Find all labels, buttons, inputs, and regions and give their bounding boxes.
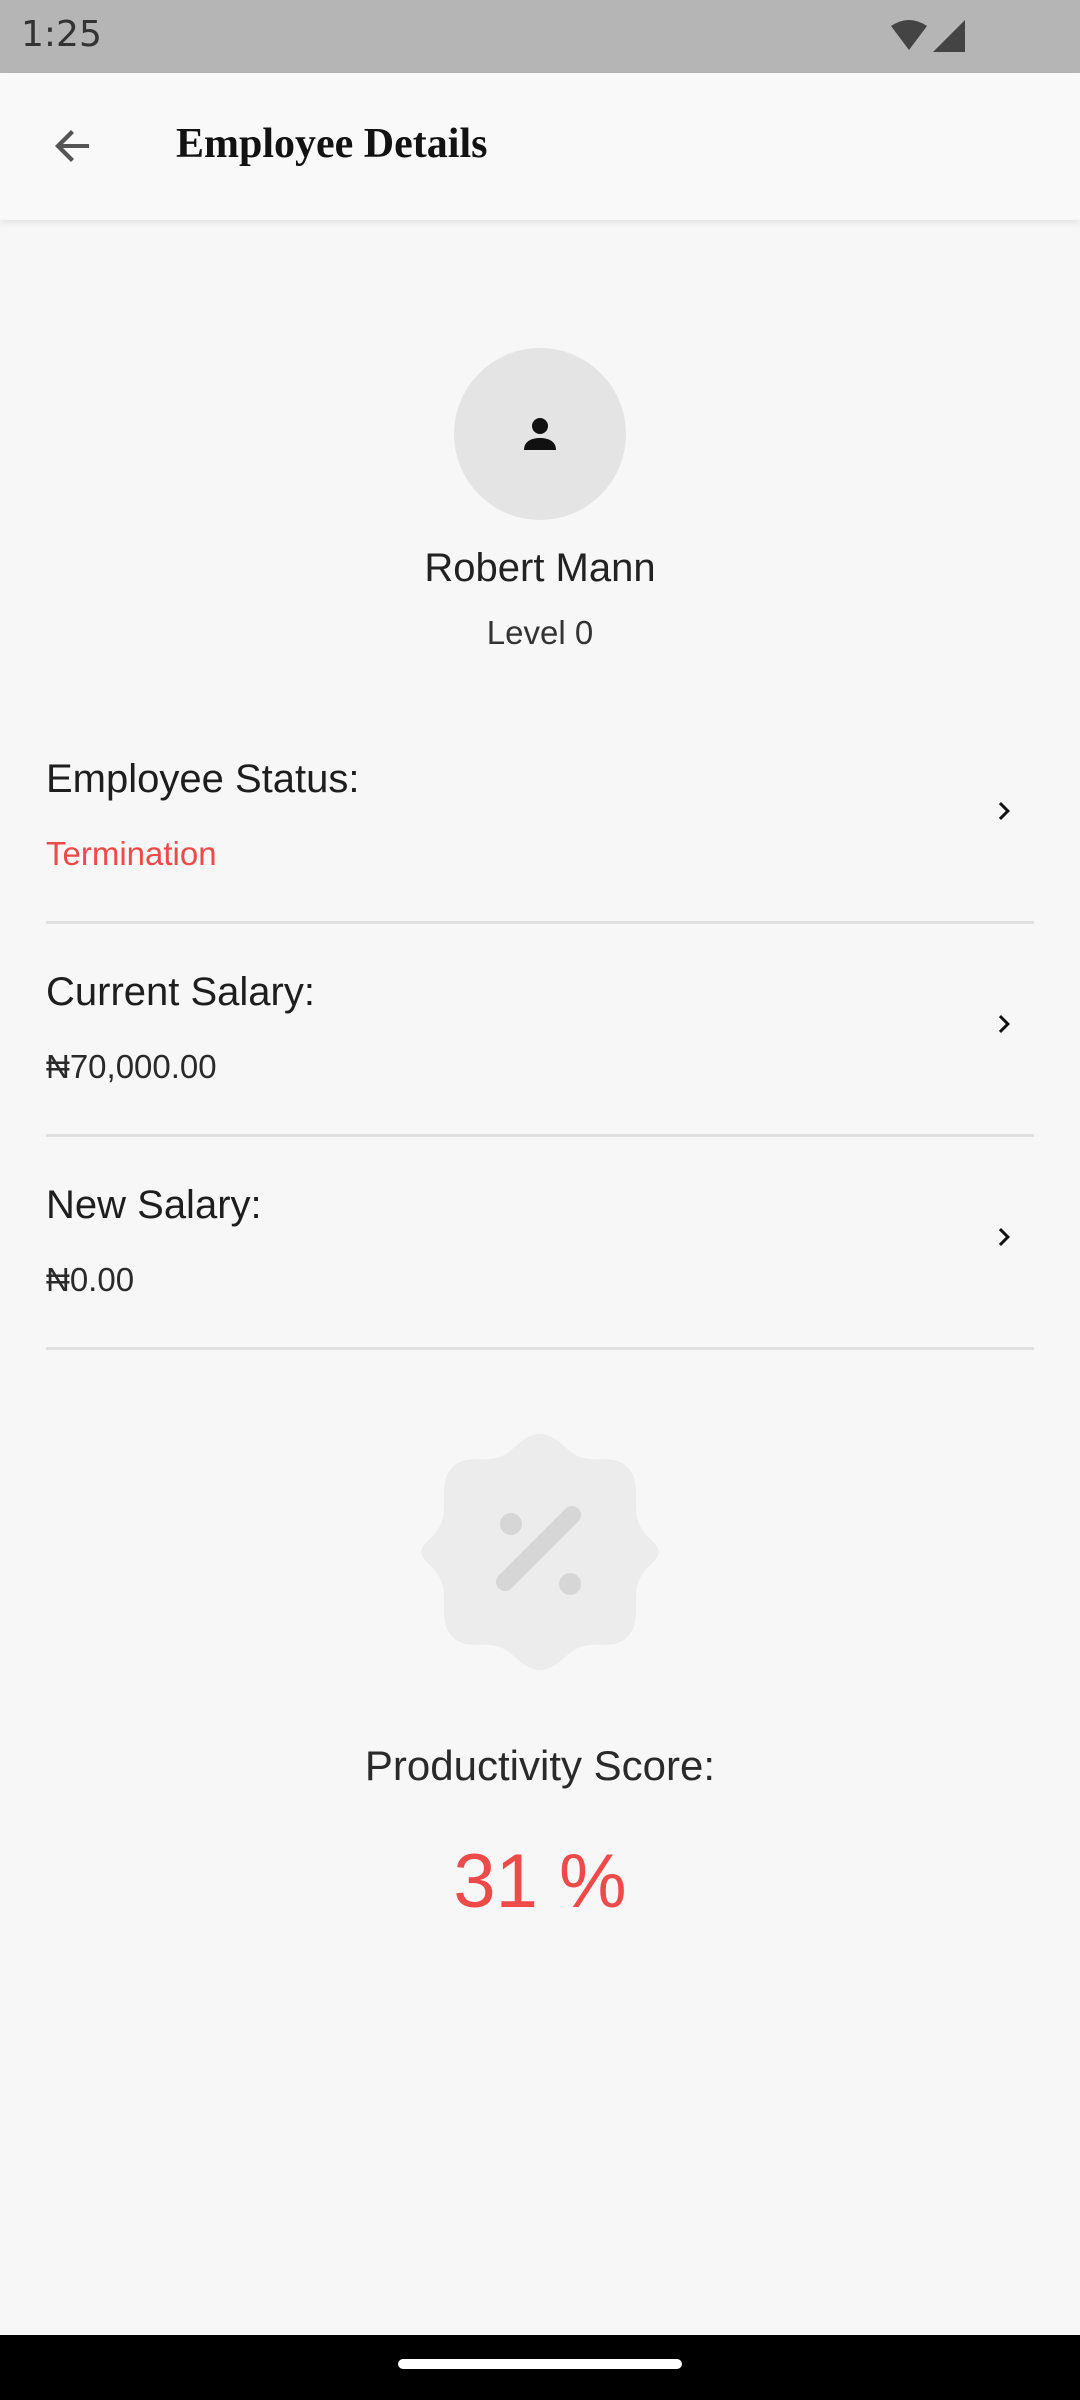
status-bar: 1:25 [0,0,1080,73]
avatar [454,348,626,520]
cellular-signal-icon [933,20,965,52]
status-time: 1:25 [21,14,102,55]
current-salary-row[interactable]: Current Salary: ₦70,000.00 [46,924,1034,1137]
employee-status-label: Employee Status: [46,757,360,801]
productivity-score-value: 31 % [453,1839,627,1924]
chevron-right-icon [998,802,1010,820]
employee-level: Level 0 [486,614,594,651]
chevron-right-icon [998,1015,1010,1033]
current-salary-value: ₦70,000.00 [46,1048,217,1085]
new-salary-value: ₦0.00 [46,1261,135,1298]
new-salary-row[interactable]: New Salary: ₦0.00 [46,1137,1034,1350]
employee-status-row[interactable]: Employee Status: Termination [46,711,1034,924]
page-title: Employee Details [176,121,488,167]
back-button[interactable] [40,113,106,179]
employee-name: Robert Mann [424,546,656,590]
employee-status-value: Termination [46,835,217,872]
chevron-right-icon [998,1228,1010,1246]
arrow-back-icon [55,130,89,162]
wifi-icon [891,20,927,50]
new-salary-label: New Salary: [46,1183,262,1227]
percent-badge-icon [421,1434,659,1670]
person-icon [524,418,556,450]
productivity-score-label: Productivity Score: [364,1742,716,1789]
status-icons [891,20,965,52]
current-salary-label: Current Salary: [46,970,315,1014]
app-bar: Employee Details [0,73,1080,220]
home-indicator[interactable] [398,2359,682,2369]
